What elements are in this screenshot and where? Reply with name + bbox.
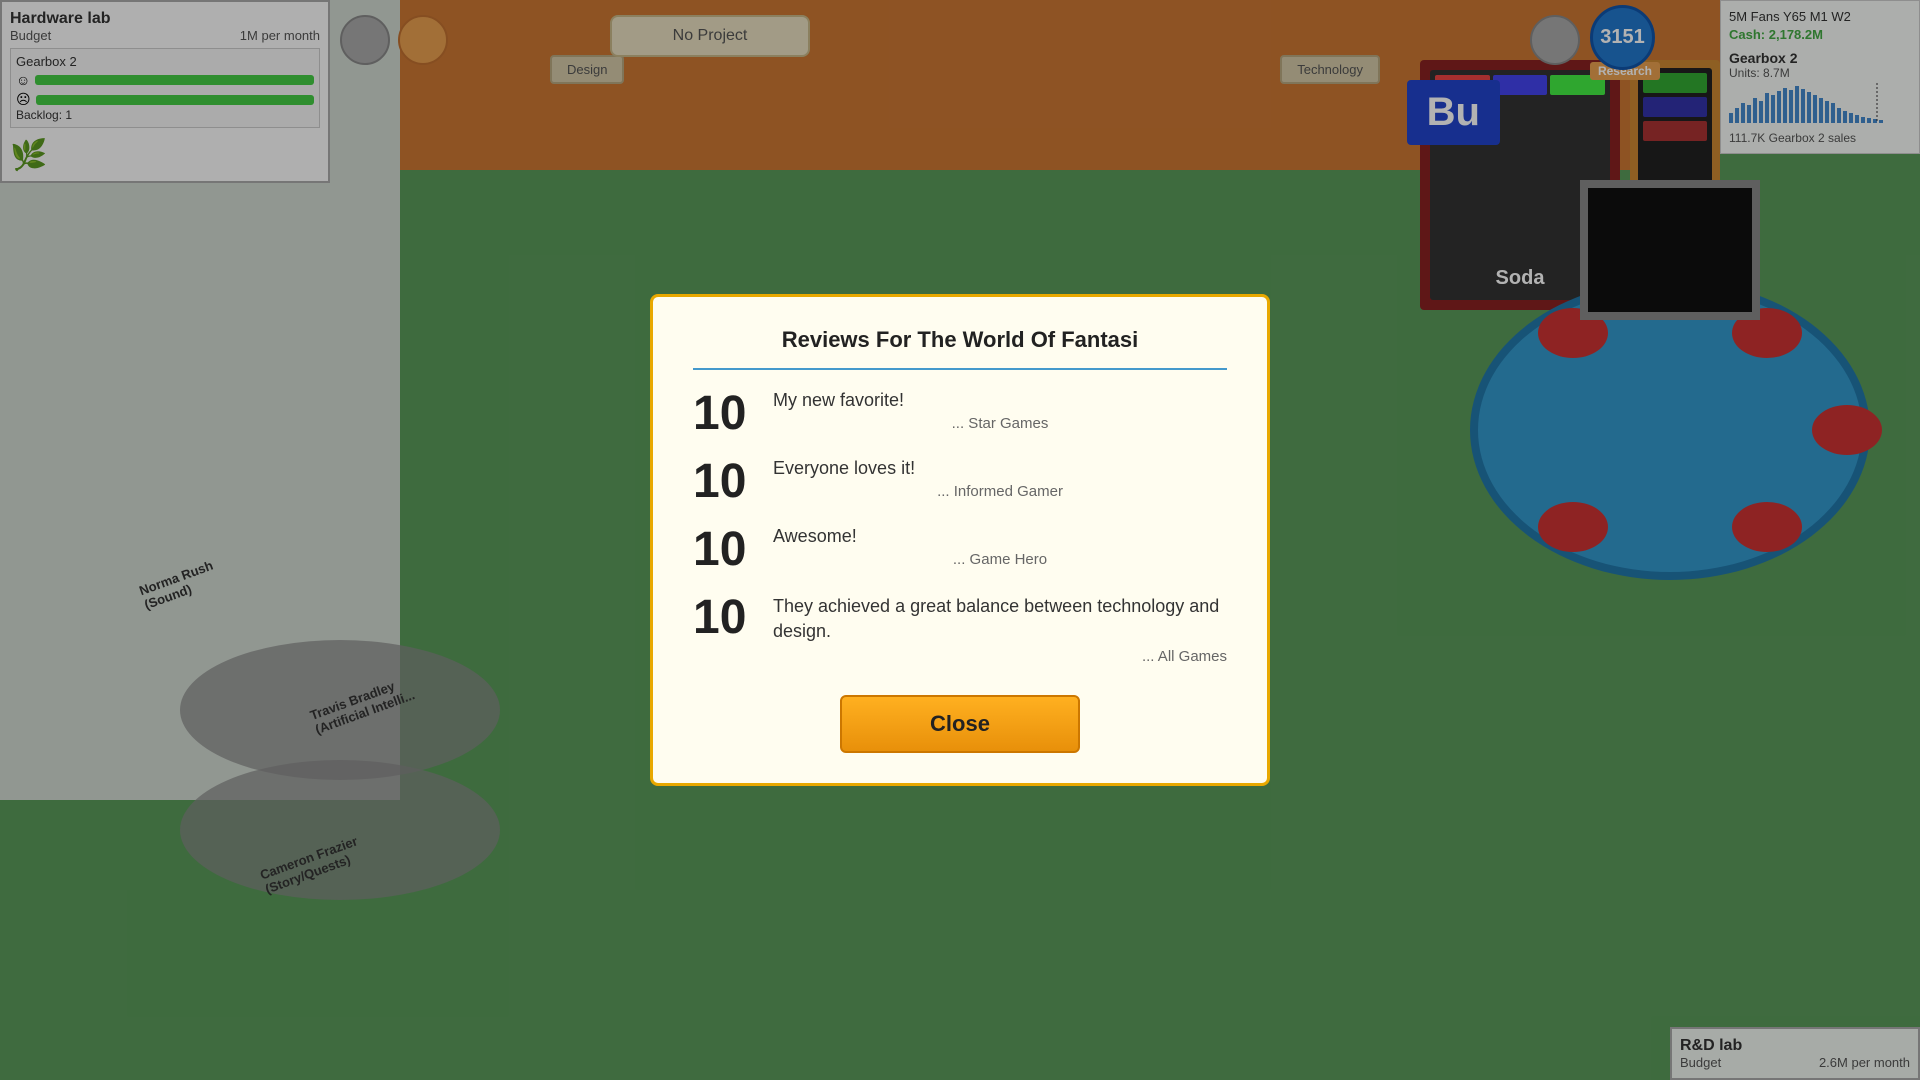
review-item-1: 10 My new favorite! ... Star Games [693, 390, 1227, 438]
review-item-3: 10 Awesome! ... Game Hero [693, 526, 1227, 574]
review-modal: Reviews For The World Of Fantasi 10 My n… [650, 294, 1270, 786]
review-content-4: They achieved a great balance between te… [773, 594, 1227, 665]
review-item-4: 10 They achieved a great balance between… [693, 594, 1227, 665]
review-content-2: Everyone loves it! ... Informed Gamer [773, 458, 1227, 500]
review-source-3: ... Game Hero [773, 551, 1227, 568]
review-score-2: 10 [693, 458, 753, 506]
review-score-4: 10 [693, 594, 753, 642]
review-source-1: ... Star Games [773, 415, 1227, 432]
review-source-4: ... All Games [773, 648, 1227, 665]
review-text-2: Everyone loves it! [773, 458, 1227, 479]
review-item-2: 10 Everyone loves it! ... Informed Gamer [693, 458, 1227, 506]
close-button[interactable]: Close [840, 695, 1080, 753]
review-text-3: Awesome! [773, 526, 1227, 547]
review-content-3: Awesome! ... Game Hero [773, 526, 1227, 568]
review-text-4: They achieved a great balance between te… [773, 594, 1227, 644]
reviews-list: 10 My new favorite! ... Star Games 10 Ev… [693, 390, 1227, 665]
review-score-3: 10 [693, 526, 753, 574]
review-content-1: My new favorite! ... Star Games [773, 390, 1227, 432]
review-score-1: 10 [693, 390, 753, 438]
review-text-1: My new favorite! [773, 390, 1227, 411]
modal-title: Reviews For The World Of Fantasi [693, 327, 1227, 370]
review-source-2: ... Informed Gamer [773, 483, 1227, 500]
modal-overlay: Reviews For The World Of Fantasi 10 My n… [0, 0, 1920, 1080]
